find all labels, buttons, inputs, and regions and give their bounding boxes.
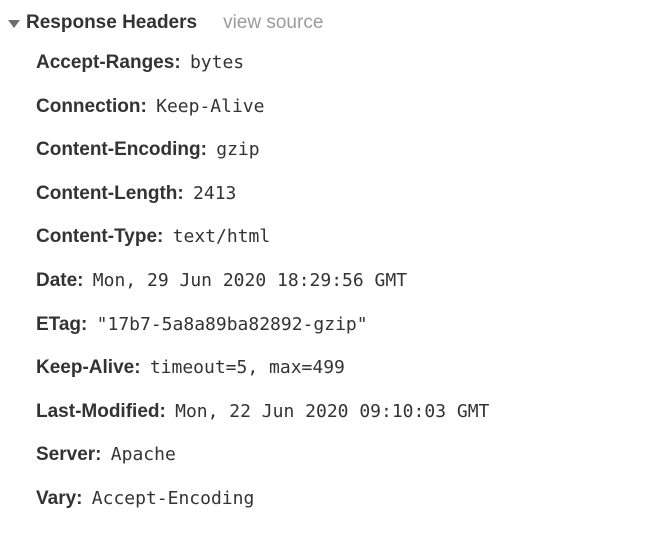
header-name: Server: bbox=[36, 444, 102, 465]
header-value: Keep-Alive bbox=[156, 96, 264, 117]
header-row: Connection: Keep-Alive bbox=[36, 94, 646, 121]
header-name: ETag: bbox=[36, 314, 87, 335]
header-name: Last-Modified: bbox=[36, 401, 166, 422]
header-row: Vary: Accept-Encoding bbox=[36, 486, 646, 513]
header-value: Mon, 22 Jun 2020 09:10:03 GMT bbox=[175, 401, 489, 422]
header-row: Content-Encoding: gzip bbox=[36, 137, 646, 164]
header-row: ETag: "17b7-5a8a89ba82892-gzip" bbox=[36, 312, 646, 339]
header-value: bytes bbox=[190, 52, 244, 73]
header-value: "17b7-5a8a89ba82892-gzip" bbox=[97, 314, 368, 335]
header-row: Content-Type: text/html bbox=[36, 224, 646, 251]
header-name: Accept-Ranges: bbox=[36, 52, 181, 73]
header-row: Accept-Ranges: bytes bbox=[36, 50, 646, 77]
header-name: Content-Encoding: bbox=[36, 139, 207, 160]
section-title: Response Headers bbox=[26, 12, 197, 34]
section-header[interactable]: Response Headers view source bbox=[2, 8, 646, 50]
header-row: Content-Length: 2413 bbox=[36, 181, 646, 208]
header-name: Content-Length: bbox=[36, 183, 184, 204]
header-value: Mon, 29 Jun 2020 18:29:56 GMT bbox=[93, 270, 407, 291]
header-row: Last-Modified: Mon, 22 Jun 2020 09:10:03… bbox=[36, 399, 646, 426]
header-value: gzip bbox=[216, 139, 259, 160]
headers-list: Accept-Ranges: bytes Connection: Keep-Al… bbox=[2, 50, 646, 513]
header-name: Date: bbox=[36, 270, 84, 291]
header-name: Content-Type: bbox=[36, 226, 163, 247]
header-name: Keep-Alive: bbox=[36, 357, 141, 378]
header-value: Apache bbox=[111, 444, 176, 465]
view-source-link[interactable]: view source bbox=[223, 12, 323, 34]
header-name: Vary: bbox=[36, 488, 82, 509]
header-value: Accept-Encoding bbox=[92, 488, 255, 509]
header-value: 2413 bbox=[193, 183, 236, 204]
header-name: Connection: bbox=[36, 96, 147, 117]
header-row: Server: Apache bbox=[36, 442, 646, 469]
header-value: text/html bbox=[173, 226, 271, 247]
header-row: Date: Mon, 29 Jun 2020 18:29:56 GMT bbox=[36, 268, 646, 295]
header-value: timeout=5, max=499 bbox=[150, 357, 345, 378]
header-row: Keep-Alive: timeout=5, max=499 bbox=[36, 355, 646, 382]
disclosure-triangle-icon bbox=[8, 20, 20, 28]
